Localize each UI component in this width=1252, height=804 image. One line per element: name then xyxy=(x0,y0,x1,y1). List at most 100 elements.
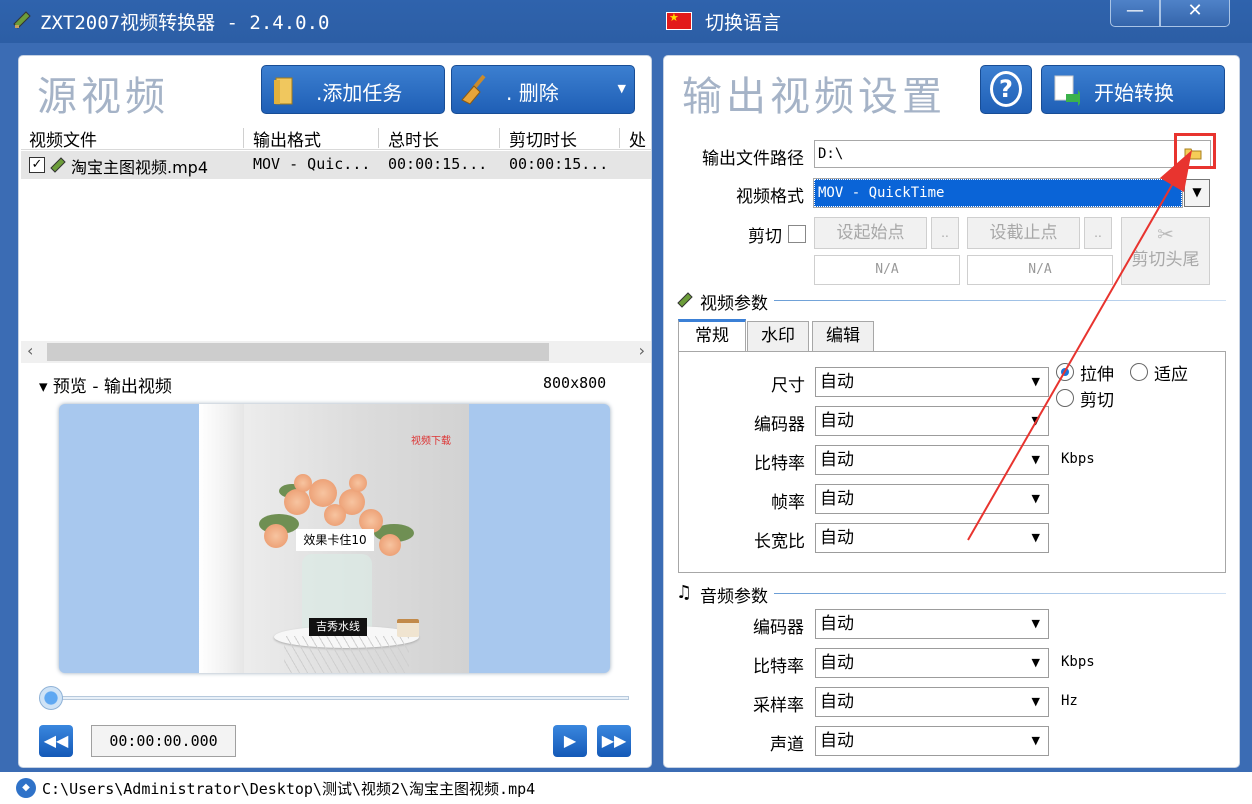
current-time: 00:00:00.000 xyxy=(91,725,236,757)
china-flag-icon[interactable] xyxy=(666,11,692,30)
size-label: 尺寸 xyxy=(771,376,805,396)
status-bar: ◆ C:\Users\Administrator\Desktop\测试\视频2\… xyxy=(0,772,1252,804)
fast-forward-button[interactable]: ▶▶ xyxy=(597,725,631,757)
video-params-icon xyxy=(677,292,693,308)
source-video-panel: 源视频 .添加任务 . 删除 ▼ 视频文件 输出格式 总时长 剪切时长 处 ✓ … xyxy=(18,55,652,768)
start-convert-label: 开始转换 xyxy=(1094,81,1174,105)
crop-label: 剪切 xyxy=(1080,391,1114,411)
preview-resolution: 800x800 xyxy=(543,374,607,392)
aspect-ratio-select[interactable]: 自动 ▼ xyxy=(815,523,1049,553)
audio-bitrate-select[interactable]: 自动 ▼ xyxy=(815,648,1049,678)
size-select[interactable]: 自动 ▼ xyxy=(815,367,1049,397)
video-bitrate-select[interactable]: 自动 ▼ xyxy=(815,445,1049,475)
app-icon xyxy=(13,11,31,29)
close-button[interactable]: ✕ xyxy=(1160,0,1230,27)
video-format-select[interactable]: MOV - QuickTime xyxy=(813,178,1183,208)
rewind-button[interactable]: ◀◀ xyxy=(39,725,73,757)
start-point-field: N/A xyxy=(814,255,960,285)
sample-rate-select[interactable]: 自动 ▼ xyxy=(815,687,1049,717)
size-value: 自动 xyxy=(820,372,854,392)
preview-label[interactable]: ▾ 预览 - 输出视频 xyxy=(39,372,172,397)
audio-encoder-select[interactable]: 自动 ▼ xyxy=(815,609,1049,639)
tab-watermark[interactable]: 水印 xyxy=(747,321,809,351)
video-encoder-select[interactable]: 自动 ▼ xyxy=(815,406,1049,436)
video-format-dropdown[interactable]: ▼ xyxy=(1184,179,1210,207)
set-end-button[interactable]: 设截止点 xyxy=(967,217,1080,249)
help-icon: ? xyxy=(990,71,1022,107)
video-format-label: 视频格式 xyxy=(736,187,804,207)
row-file-name: 淘宝主图视频.mp4 xyxy=(71,158,209,177)
row-checkbox[interactable]: ✓ xyxy=(29,157,45,173)
help-button[interactable]: ? xyxy=(980,65,1032,114)
aspect-ratio-value: 自动 xyxy=(820,528,854,548)
col-video-file[interactable]: 视频文件 xyxy=(29,126,97,151)
scrollbar-thumb[interactable] xyxy=(47,343,549,361)
sample-rate-unit: Hz xyxy=(1061,693,1078,709)
folder-icon xyxy=(274,77,293,105)
video-encoder-label: 编码器 xyxy=(754,415,805,435)
fit-label: 适应 xyxy=(1154,365,1188,385)
cut-label: 剪切 xyxy=(748,227,782,247)
window-title: ZXT2007视频转换器 - 2.4.0.0 xyxy=(40,12,330,34)
audio-bitrate-label: 比特率 xyxy=(753,657,804,677)
stretch-radio[interactable] xyxy=(1056,363,1074,381)
minimize-button[interactable]: — xyxy=(1110,0,1160,27)
video-params-heading: 视频参数 xyxy=(700,294,768,314)
col-total-duration[interactable]: 总时长 xyxy=(388,126,439,151)
video-preview: 视频下载 效果卡住10 吉秀水线 xyxy=(59,404,610,673)
play-button[interactable]: ▶ xyxy=(553,725,587,757)
col-cut-duration[interactable]: 剪切时长 xyxy=(509,126,577,151)
set-start-button[interactable]: 设起始点 xyxy=(814,217,927,249)
audio-params-heading: 音频参数 xyxy=(700,587,768,607)
playback-slider[interactable] xyxy=(39,686,629,710)
audio-bitrate-unit: Kbps xyxy=(1061,654,1095,670)
start-convert-button[interactable]: 开始转换 xyxy=(1041,65,1225,114)
table-row[interactable]: ✓ 淘宝主图视频.mp4 MOV - Quic... 00:00:15... 0… xyxy=(21,151,651,179)
horizontal-scrollbar[interactable]: ‹ › xyxy=(21,341,651,363)
frame-rate-select[interactable]: 自动 ▼ xyxy=(815,484,1049,514)
output-path-label: 输出文件路径 xyxy=(702,149,804,169)
frame-rate-value: 自动 xyxy=(820,489,854,509)
channels-value: 自动 xyxy=(820,731,854,751)
delete-label: . 删除 xyxy=(506,81,559,105)
slider-knob[interactable] xyxy=(39,686,63,710)
channels-select[interactable]: 自动 ▼ xyxy=(815,726,1049,756)
crop-radio[interactable] xyxy=(1056,389,1074,407)
video-bitrate-unit: Kbps xyxy=(1061,451,1095,467)
start-dots-button[interactable]: .. xyxy=(931,217,959,249)
switch-language-button[interactable]: 切换语言 xyxy=(705,8,781,35)
add-task-button[interactable]: .添加任务 xyxy=(261,65,445,114)
music-note-icon: ♫ xyxy=(676,582,693,603)
video-encoder-value: 自动 xyxy=(820,411,854,431)
row-format: MOV - Quic... xyxy=(253,155,371,173)
broom-icon xyxy=(461,74,486,105)
scroll-right-icon[interactable]: › xyxy=(639,341,645,360)
fit-radio[interactable] xyxy=(1130,363,1148,381)
frame-rate-label: 帧率 xyxy=(771,493,805,513)
cut-head-tail-button[interactable]: ✂ 剪切头尾 xyxy=(1121,217,1210,285)
video-file-icon xyxy=(50,157,66,173)
file-list-header: 视频文件 输出格式 总时长 剪切时长 处 xyxy=(21,126,651,151)
general-tab-content: 尺寸 自动 ▼ 编码器 自动 ▼ 比特率 自动 ▼ Kbps 帧率 自动 ▼ 长宽比 自… xyxy=(678,351,1226,573)
audio-bitrate-value: 自动 xyxy=(820,653,854,673)
preview-frame: 视频下载 效果卡住10 吉秀水线 xyxy=(199,404,469,673)
tab-general[interactable]: 常规 xyxy=(678,319,746,352)
cut-head-tail-label: 剪切头尾 xyxy=(1131,250,1200,270)
delete-button[interactable]: . 删除 ▼ xyxy=(451,65,635,114)
col-process[interactable]: 处 xyxy=(629,126,646,151)
tab-edit[interactable]: 编辑 xyxy=(812,321,874,351)
col-output-format[interactable]: 输出格式 xyxy=(253,126,321,151)
end-dots-button[interactable]: .. xyxy=(1084,217,1112,249)
source-video-title: 源视频 xyxy=(37,74,169,120)
end-point-field: N/A xyxy=(967,255,1113,285)
channels-label: 声道 xyxy=(770,735,804,755)
scroll-left-icon[interactable]: ‹ xyxy=(27,341,33,360)
delete-dropdown-arrow[interactable]: ▼ xyxy=(618,82,626,95)
info-icon: ◆ xyxy=(16,778,36,798)
watermark-bottom: 吉秀水线 xyxy=(309,618,367,636)
output-path-field[interactable]: D:\ xyxy=(814,140,1211,168)
output-settings-panel: 输出视频设置 ? 开始转换 输出文件路径 D:\ 视频格式 MOV - Quic… xyxy=(663,55,1240,768)
cut-checkbox[interactable] xyxy=(788,225,806,243)
row-total: 00:00:15... xyxy=(388,155,488,173)
watermark-red: 视频下载 xyxy=(411,436,451,447)
